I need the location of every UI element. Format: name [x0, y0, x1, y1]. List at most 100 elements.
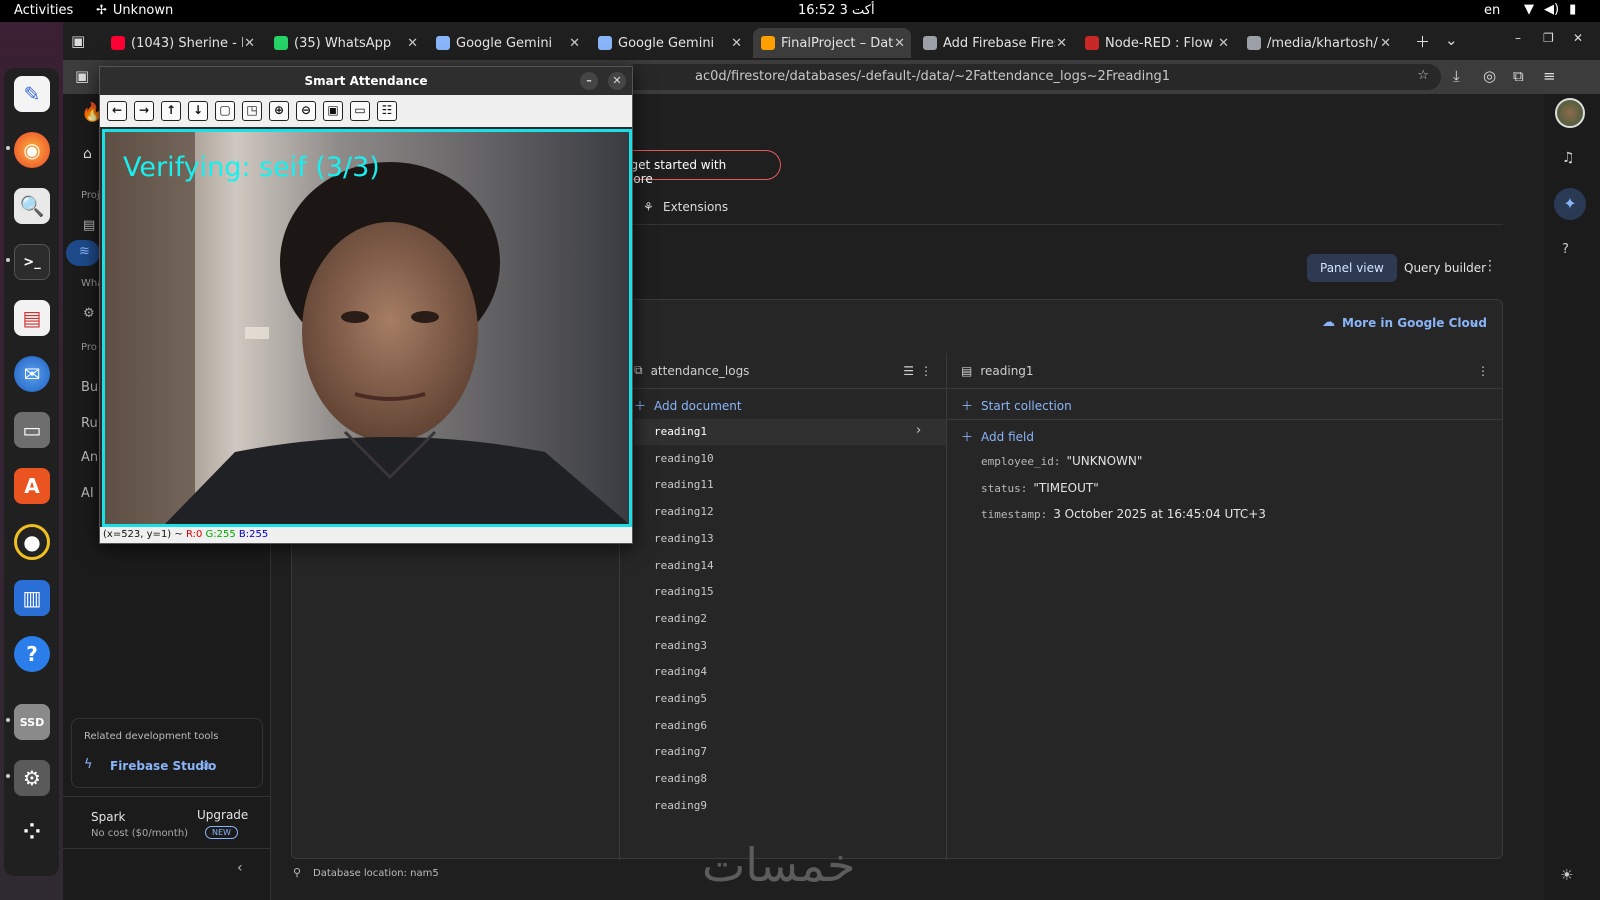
avatar[interactable] [1555, 98, 1585, 128]
document-list-item[interactable]: reading15 [654, 585, 714, 598]
tab-list-chevron-icon[interactable]: ⌄ [1445, 31, 1458, 49]
zoom-out-icon[interactable]: ⊖ [296, 101, 316, 121]
document-list-item[interactable]: reading10 [654, 452, 714, 465]
window-minimize-icon[interactable]: – [580, 72, 598, 90]
sidebar-nav-analytics[interactable]: An [81, 450, 98, 465]
image-viewer-icon[interactable]: 🔍 [14, 188, 50, 224]
firefox-icon[interactable]: ◉ [14, 132, 50, 168]
help-icon[interactable]: ? [1562, 242, 1569, 257]
filter-icon[interactable]: ☰ [903, 364, 914, 378]
system-tray[interactable]: ▼ ◀) ▮ [1524, 2, 1576, 17]
sidebar-nav-run[interactable]: Ru [81, 416, 98, 431]
browser-tab[interactable]: FinalProject – Datab✕ [753, 28, 911, 58]
browser-tab[interactable]: (1043) Sherine - Hob✕ [103, 28, 261, 58]
add-field-button[interactable]: ＋ Add field [961, 428, 1034, 445]
tab-close-icon[interactable]: ✕ [731, 36, 742, 51]
document-list-item[interactable]: reading6 [654, 719, 707, 732]
downloads-icon[interactable]: ⤓ [1453, 67, 1460, 85]
document-list-item[interactable]: reading12 [654, 505, 714, 518]
sidebar-nav-ai[interactable]: AI [81, 486, 94, 501]
browser-tab[interactable]: Google Gemini ✕ [428, 28, 586, 58]
pan-left-icon[interactable]: ← [107, 101, 127, 121]
notifications-bell-icon[interactable]: ♫ [1562, 150, 1575, 166]
window-restore-icon[interactable]: ❐ [1543, 31, 1554, 45]
libreoffice-writer-icon[interactable]: ▥ [14, 580, 50, 616]
files-icon[interactable]: ▭ [14, 412, 50, 448]
activities-button[interactable]: Activities [14, 3, 73, 18]
browser-tab[interactable]: (35) WhatsApp ✕ [266, 28, 424, 58]
window-close-icon[interactable]: ✕ [1573, 31, 1583, 45]
address-bar[interactable]: ac0d/firestore/databases/-default-/data/… [623, 64, 1441, 90]
save-image-icon[interactable]: ▣ [323, 101, 343, 121]
sidebar-toggle-icon[interactable]: ▣ [75, 67, 89, 85]
camera-frame[interactable]: Verifying: seif (3/3) [102, 129, 632, 527]
ssd-drive-icon[interactable]: SSD [14, 704, 50, 740]
zoom-in-icon[interactable]: ⊕ [269, 101, 289, 121]
document-list-item[interactable]: reading11 [654, 478, 714, 491]
collection-menu-icon[interactable]: ⋮ [920, 364, 932, 378]
extensions-icon[interactable]: ⧉ [1513, 67, 1524, 85]
new-tab-icon[interactable]: ＋ [1415, 31, 1430, 52]
more-in-google-cloud-button[interactable]: More in Google Cloud [1342, 316, 1487, 330]
tab-close-icon[interactable]: ✕ [244, 36, 255, 51]
document-list-item[interactable]: reading2 [654, 612, 707, 625]
tab-close-icon[interactable]: ✕ [1218, 36, 1229, 51]
document-list-item[interactable]: reading9 [654, 799, 707, 812]
tab-extensions[interactable]: Extensions [663, 200, 728, 214]
pan-right-icon[interactable]: → [134, 101, 154, 121]
tab-close-icon[interactable]: ✕ [1380, 36, 1391, 51]
tab-close-icon[interactable]: ✕ [569, 36, 580, 51]
zoom-original-icon[interactable]: ◳ [242, 101, 262, 121]
tab-close-icon[interactable]: ✕ [1056, 36, 1067, 51]
document-list-item[interactable]: reading8 [654, 772, 707, 785]
chevron-down-icon[interactable]: ⌄ [1470, 314, 1480, 328]
settings-gear-icon[interactable]: ⚙ [14, 760, 50, 796]
app-center-icon[interactable]: A [14, 468, 50, 504]
window-minimize-icon[interactable]: – [1515, 31, 1521, 45]
theme-brightness-icon[interactable]: ☀ [1560, 866, 1573, 884]
document-list-item[interactable]: reading3 [654, 639, 707, 652]
panel-view-button[interactable]: Panel view [1307, 254, 1397, 282]
sidebar-nav-build[interactable]: Bu [81, 380, 98, 395]
terminal-icon[interactable]: >_ [14, 244, 50, 280]
account-icon[interactable]: ◎ [1483, 67, 1496, 85]
browser-tab[interactable]: /media/khartosh/New%✕ [1239, 28, 1397, 58]
window-titlebar[interactable]: Smart Attendance – ✕ [100, 67, 632, 95]
document-field[interactable]: timestamp: 3 October 2025 at 16:45:04 UTC… [981, 507, 1266, 521]
tab-close-icon[interactable]: ✕ [894, 36, 905, 51]
show-apps-grid-icon[interactable]: ⁘ [14, 814, 50, 850]
text-editor-icon[interactable]: ✎ [14, 76, 50, 112]
gemini-assistant-icon[interactable]: ✦ [1554, 188, 1586, 220]
upgrade-button[interactable]: Upgrade [197, 808, 248, 822]
smart-attendance-window[interactable]: Smart Attendance – ✕ ← → ↑ ↓ ▢ ◳ ⊕ ⊖ ▣ ▭… [99, 66, 633, 544]
window-close-icon[interactable]: ✕ [608, 72, 626, 90]
pan-down-icon[interactable]: ↓ [188, 101, 208, 121]
browser-tab[interactable]: Node-RED : Flow 3 ✕ [1077, 28, 1235, 58]
rhythmbox-icon[interactable]: ● [14, 524, 50, 560]
document-list-item[interactable]: reading1 [654, 425, 707, 438]
tab-search-icon[interactable]: ▣ [71, 32, 85, 50]
thunderbird-icon[interactable]: ✉ [14, 356, 50, 392]
document-list-item[interactable]: reading5 [654, 692, 707, 705]
clock[interactable]: 16:52 3 أكت [798, 3, 875, 18]
add-document-button[interactable]: ＋ Add document [634, 397, 742, 414]
help-icon[interactable]: ? [14, 636, 50, 672]
menu-icon[interactable]: ≡ [1543, 67, 1556, 85]
copy-clipboard-icon[interactable]: ▭ [350, 101, 370, 121]
document-menu-icon[interactable]: ⋮ [1477, 364, 1489, 378]
app-menu[interactable]: ✢ Unknown [96, 3, 173, 18]
zoom-fit-icon[interactable]: ▢ [215, 101, 235, 121]
tab-close-icon[interactable]: ✕ [407, 36, 418, 51]
browser-tab[interactable]: Add Firebase Firesto✕ [915, 28, 1073, 58]
collapse-sidebar-icon[interactable]: ‹ [237, 860, 243, 876]
extensions-nav-icon[interactable]: ⚙ [83, 306, 95, 321]
browser-tab[interactable]: Google Gemini ✕ [590, 28, 748, 58]
input-language[interactable]: en [1484, 3, 1500, 18]
document-list-item[interactable]: reading7 [654, 745, 707, 758]
bookmark-star-icon[interactable]: ☆ [1417, 68, 1429, 83]
document-list-item[interactable]: reading4 [654, 665, 707, 678]
properties-icon[interactable]: ☷ [377, 101, 397, 121]
document-viewer-icon[interactable]: ▤ [14, 300, 50, 336]
pan-up-icon[interactable]: ↑ [161, 101, 181, 121]
database-icon[interactable]: ▤ [83, 218, 95, 233]
